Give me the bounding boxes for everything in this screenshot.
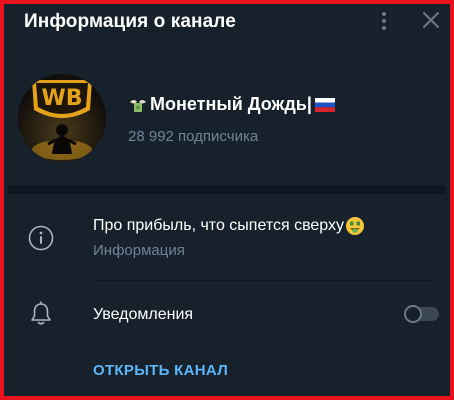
channel-name: Монетный Дождь| [128,94,335,115]
channel-avatar-image: WB [18,74,106,162]
description-label: Информация [93,242,185,259]
channel-description: Про прибыль, что сыпется сверху [93,216,365,236]
section-divider [8,185,446,194]
info-icon [28,225,54,251]
channel-name-text: Монетный Дождь| [150,94,312,114]
close-icon[interactable] [421,10,441,30]
channel-description-text: Про прибыль, что сыпется сверху [93,217,345,234]
subscriber-count: 28 992 подписчика [128,128,259,145]
notifications-toggle[interactable] [404,305,439,323]
bell-icon [31,301,51,325]
dialog-header: Информация о канале [4,4,450,44]
dialog-title: Информация о канале [24,11,236,32]
notifications-label: Уведомления [93,306,194,323]
channel-avatar[interactable]: WB [18,74,106,162]
money-with-wings-icon [130,99,146,112]
money-mouth-face-icon [346,217,365,235]
row-divider [92,280,434,281]
avatar-logo-text: WB [41,86,82,111]
channel-info-dialog: Информация о канале WB Монетный Дождь| 2… [0,0,454,400]
open-channel-button[interactable]: ОТКРЫТЬ КАНАЛ [93,362,228,379]
russia-flag-icon [314,97,335,112]
toggle-knob [404,305,422,323]
more-vertical-icon[interactable] [377,10,391,32]
